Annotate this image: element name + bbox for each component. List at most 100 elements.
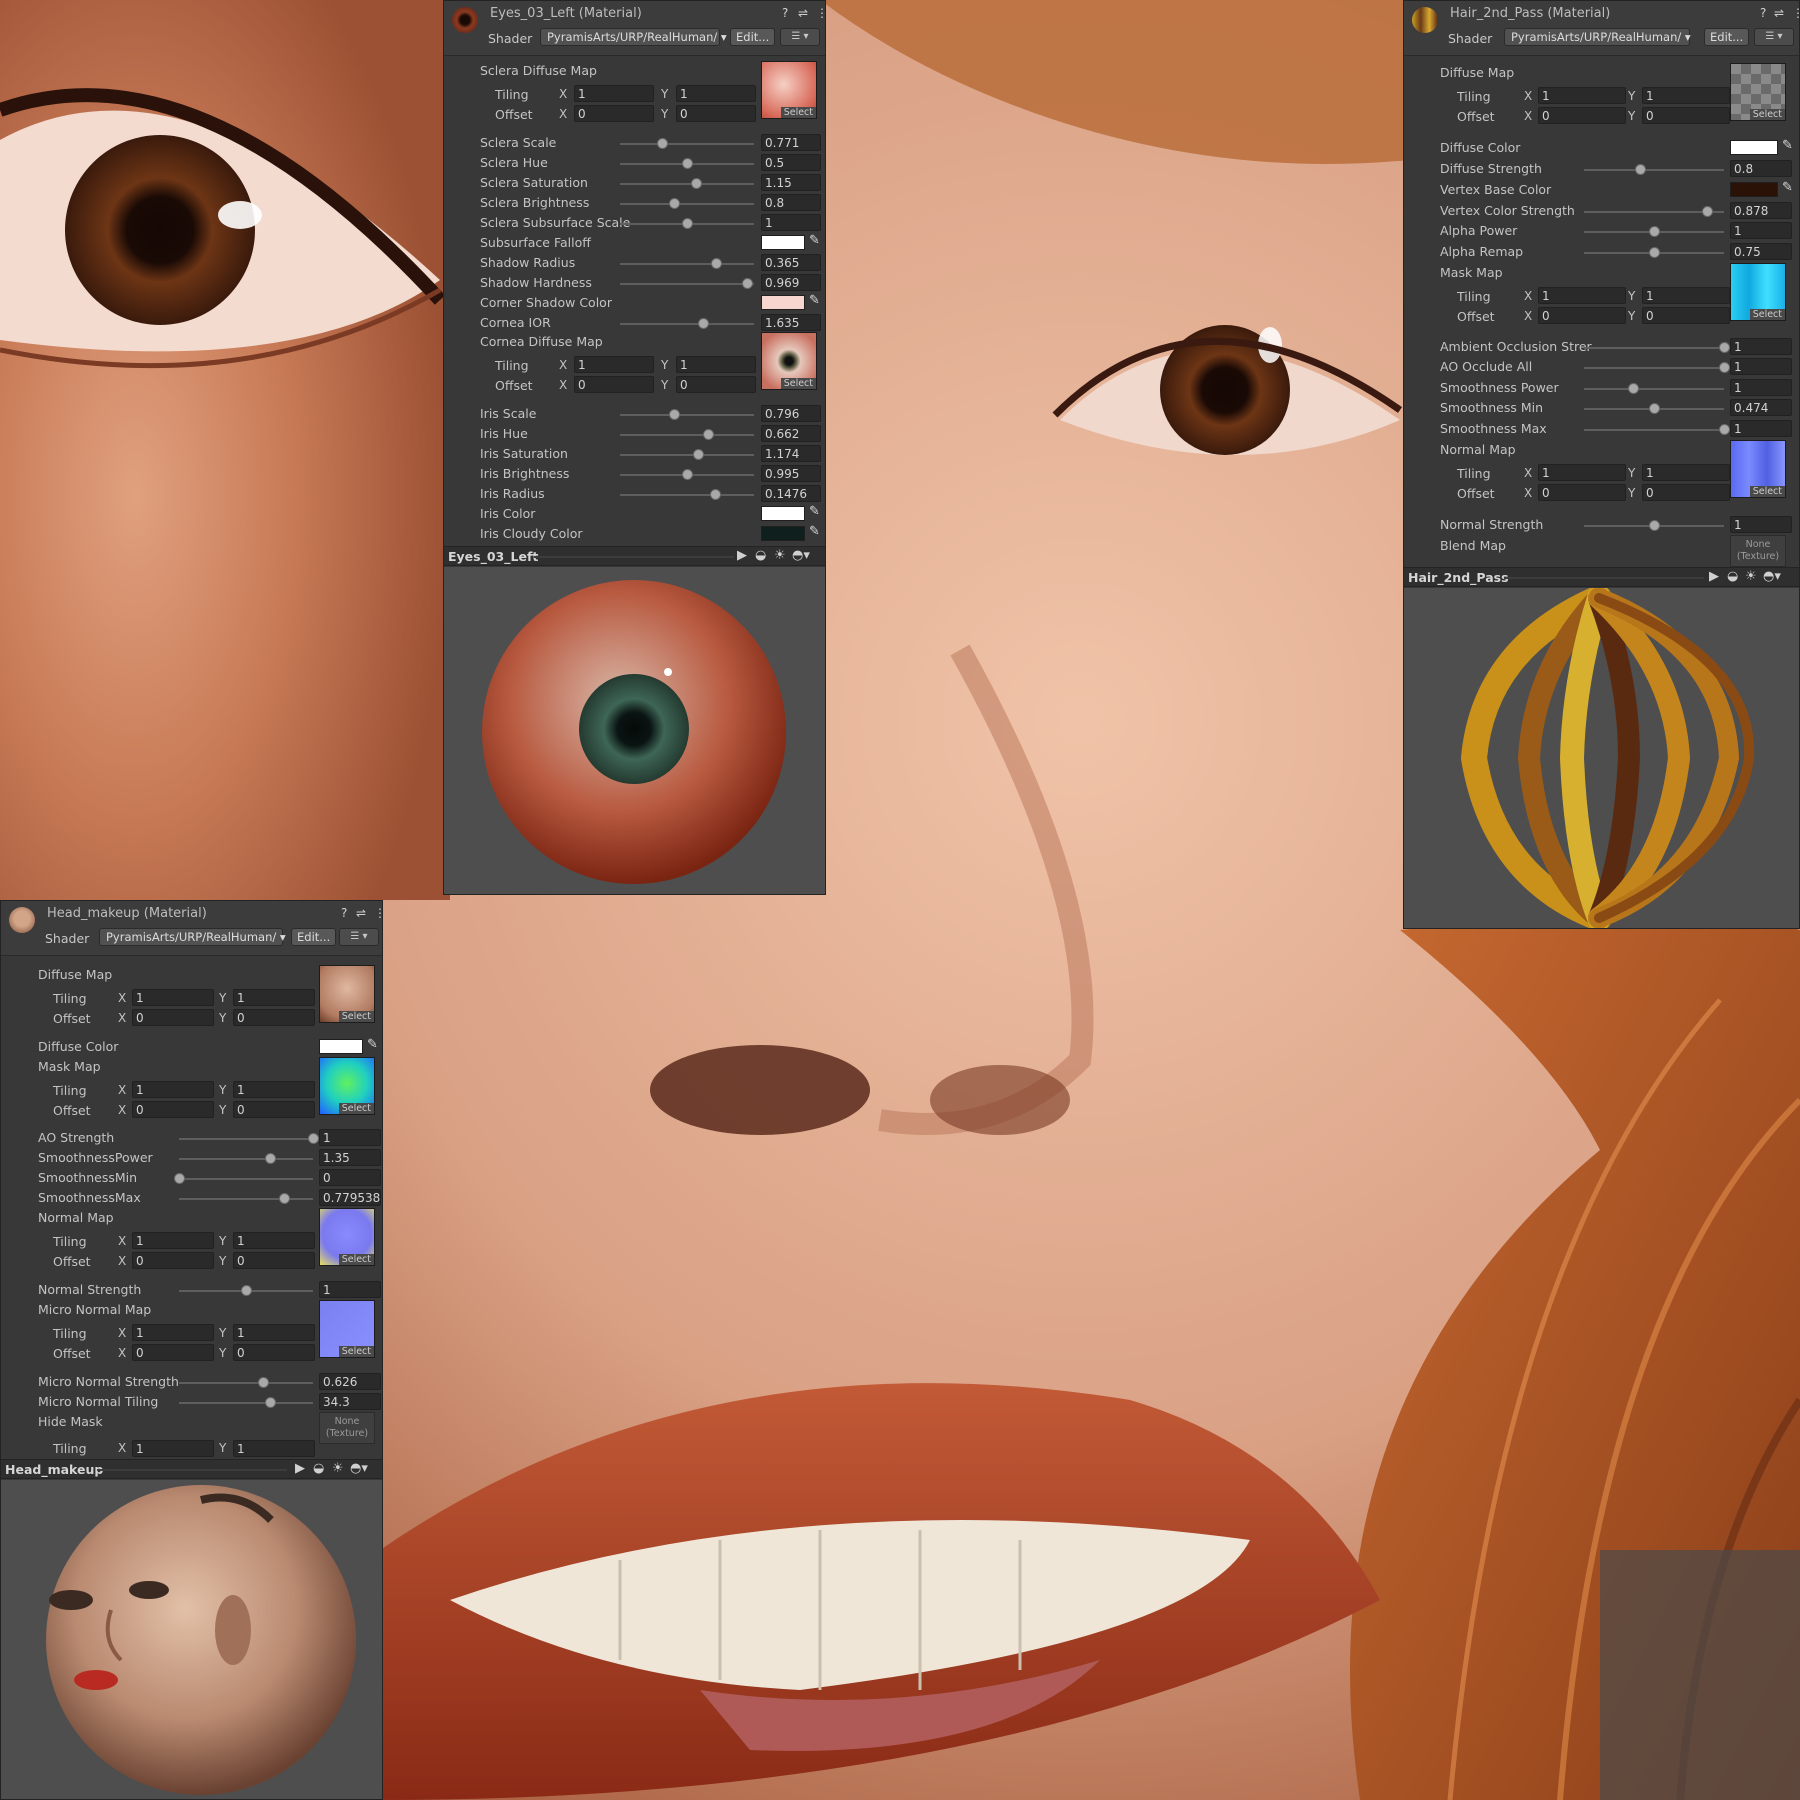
sclera-saturation-slider-track[interactable] (620, 183, 754, 185)
material-preview[interactable] (1404, 585, 1799, 928)
sphere-icon[interactable]: ◒ (313, 1461, 324, 1476)
eyedropper-icon[interactable]: ✎ (367, 1037, 378, 1052)
sphere-icon[interactable]: ◒ (1727, 569, 1738, 584)
alpha-remap-value-field[interactable]: 0.75 (1730, 243, 1792, 260)
diffuse-map-tiling-y-field[interactable]: 1 (1642, 87, 1730, 104)
material-preview[interactable] (1, 1480, 382, 1799)
iris-radius-value-field[interactable]: 0.1476 (761, 485, 821, 502)
sclera-subsurface-scale-value-field[interactable]: 1 (761, 214, 821, 231)
sclera-hue-value-field[interactable]: 0.5 (761, 154, 821, 171)
normal-strength-slider-handle[interactable] (241, 1285, 252, 1296)
smoothnesspower-slider-handle[interactable] (265, 1153, 277, 1164)
preview-settings-icon[interactable]: ◓▾ (792, 548, 810, 563)
iris-hue-slider-handle[interactable] (703, 429, 715, 440)
normal-map-tiling-x-field[interactable]: 1 (1538, 464, 1626, 481)
smoothness-max-slider-track[interactable] (1584, 429, 1724, 431)
select-texture-button[interactable]: Select (338, 1254, 374, 1265)
preset-icon[interactable]: ⇌ (1774, 6, 1784, 20)
eyedropper-icon[interactable]: ✎ (809, 293, 820, 308)
smoothness-power-slider-track[interactable] (1584, 388, 1724, 390)
play-icon[interactable]: ▶ (295, 1461, 305, 1476)
diffuse-map-tiling-x-field[interactable]: 1 (132, 989, 214, 1006)
diffuse-strength-value-field[interactable]: 0.8 (1730, 160, 1792, 177)
diffuse-color-color-swatch[interactable] (319, 1039, 363, 1054)
diffuse-color-color-swatch[interactable] (1730, 140, 1778, 155)
normal-map-offset-y-field[interactable]: 0 (233, 1252, 315, 1269)
mask-map-tiling-x-field[interactable]: 1 (1538, 287, 1626, 304)
shadow-hardness-slider-track[interactable] (620, 283, 754, 285)
preset-icon[interactable]: ⇌ (798, 6, 808, 20)
list-options-button[interactable]: ☰ ▾ (780, 28, 820, 46)
select-texture-button[interactable]: Select (1749, 486, 1785, 497)
select-texture-button[interactable]: Select (1749, 109, 1785, 120)
cornea-ior-slider-track[interactable] (620, 323, 754, 325)
subsurface-falloff-color-swatch[interactable] (761, 235, 805, 250)
diffuse-map-tiling-x-field[interactable]: 1 (1538, 87, 1626, 104)
micro-normal-strength-slider-track[interactable] (179, 1382, 313, 1384)
normal-map-tiling-x-field[interactable]: 1 (132, 1232, 214, 1249)
cornea-ior-value-field[interactable]: 1.635 (761, 314, 821, 331)
shadow-hardness-slider-handle[interactable] (742, 278, 754, 289)
diffuse-map-offset-y-field[interactable]: 0 (1642, 107, 1730, 124)
smoothness-max-value-field[interactable]: 1 (1730, 420, 1792, 437)
diffuse-map-texture-slot[interactable]: Select (319, 965, 375, 1023)
sclera-hue-slider-handle[interactable] (682, 158, 693, 169)
vertex-base-color-color-swatch[interactable] (1730, 182, 1778, 197)
normal-strength-value-field[interactable]: 1 (319, 1281, 381, 1298)
sclera-scale-slider-track[interactable] (620, 143, 754, 145)
diffuse-strength-slider-track[interactable] (1584, 169, 1724, 171)
ao-occlude-all-slider-track[interactable] (1584, 367, 1724, 369)
smoothnessmin-value-field[interactable]: 0 (319, 1169, 381, 1186)
eyedropper-icon[interactable]: ✎ (809, 504, 820, 519)
micro-normal-tiling-slider-track[interactable] (179, 1402, 313, 1404)
diffuse-map-offset-x-field[interactable]: 0 (132, 1009, 214, 1026)
sclera-diffuse-map-offset-x-field[interactable]: 0 (574, 105, 654, 122)
diffuse-strength-slider-handle[interactable] (1635, 164, 1646, 175)
sclera-diffuse-map-offset-y-field[interactable]: 0 (676, 105, 756, 122)
iris-radius-slider-track[interactable] (620, 494, 754, 496)
light-icon[interactable]: ☀ (332, 1461, 344, 1476)
cornea-diffuse-map-offset-x-field[interactable]: 0 (574, 376, 654, 393)
more-options-icon[interactable]: ⋮ (374, 906, 382, 920)
iris-saturation-slider-track[interactable] (620, 454, 754, 456)
shader-dropdown[interactable]: PyramisArts/URP/RealHuman/ ▾ (540, 28, 727, 46)
more-options-icon[interactable]: ⋮ (1792, 6, 1799, 20)
smoothness-min-slider-handle[interactable] (1649, 403, 1660, 414)
normal-strength-value-field[interactable]: 1 (1730, 516, 1792, 533)
ao-occlude-all-value-field[interactable]: 1 (1730, 358, 1792, 375)
diffuse-map-texture-slot[interactable]: Select (1730, 63, 1786, 121)
smoothnessmax-value-field[interactable]: 0.7795384 (319, 1189, 381, 1206)
micro-normal-map-tiling-y-field[interactable]: 1 (233, 1324, 315, 1341)
smoothnessmin-slider-handle[interactable] (174, 1173, 185, 1184)
smoothnessmax-slider-handle[interactable] (278, 1193, 290, 1204)
iris-hue-slider-track[interactable] (620, 434, 754, 436)
cornea-diffuse-map-tiling-x-field[interactable]: 1 (574, 356, 654, 373)
mask-map-texture-slot[interactable]: Select (1730, 263, 1786, 321)
micro-normal-tiling-value-field[interactable]: 34.3 (319, 1393, 381, 1410)
play-icon[interactable]: ▶ (1709, 569, 1719, 584)
corner-shadow-color-color-swatch[interactable] (761, 295, 805, 310)
select-texture-button[interactable]: Select (1749, 309, 1785, 320)
cornea-diffuse-map-offset-y-field[interactable]: 0 (676, 376, 756, 393)
cornea-ior-slider-handle[interactable] (698, 318, 710, 329)
cut-tiling-x-field[interactable]: 1 (132, 1440, 214, 1457)
select-texture-button[interactable]: Select (338, 1103, 374, 1114)
iris-color-color-swatch[interactable] (761, 506, 805, 521)
alpha-remap-slider-handle[interactable] (1649, 247, 1660, 258)
cornea-diffuse-map-texture-slot[interactable]: Select (761, 332, 817, 390)
normal-map-tiling-y-field[interactable]: 1 (1642, 464, 1730, 481)
normal-map-texture-slot[interactable]: Select (319, 1208, 375, 1266)
cornea-diffuse-map-tiling-y-field[interactable]: 1 (676, 356, 756, 373)
ao-strength-slider-handle[interactable] (308, 1133, 319, 1144)
play-icon[interactable]: ▶ (737, 548, 747, 563)
more-options-icon[interactable]: ⋮ (816, 6, 825, 20)
blend-map-texture-slot[interactable]: None (Texture) (1730, 535, 1786, 567)
normal-map-offset-x-field[interactable]: 0 (132, 1252, 214, 1269)
select-texture-button[interactable]: Select (780, 378, 816, 389)
sclera-brightness-value-field[interactable]: 0.8 (761, 194, 821, 211)
ambient-occlusion-strer-value-field[interactable]: 1 (1730, 338, 1792, 355)
normal-map-offset-x-field[interactable]: 0 (1538, 484, 1626, 501)
preview-settings-icon[interactable]: ◓▾ (350, 1461, 368, 1476)
edit-shader-button[interactable]: Edit... (730, 28, 776, 46)
normal-map-texture-slot[interactable]: Select (1730, 440, 1786, 498)
